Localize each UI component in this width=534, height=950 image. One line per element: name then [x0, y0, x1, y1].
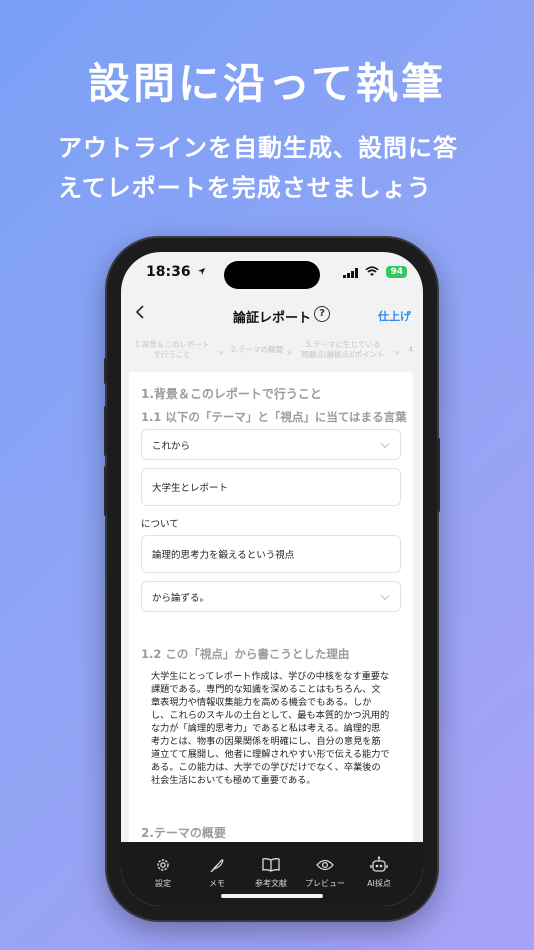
- battery-indicator: 94: [386, 266, 407, 278]
- answer-line: 社会生活においても極めて重要である。: [151, 775, 316, 786]
- answer-line: ある。この能力は、大学での学びだけでなく、卒業後の: [151, 762, 381, 773]
- tab-label: プレビュー: [305, 879, 345, 888]
- answer-line: 章表現力や情報収集能力を高める機会でもある。しか: [151, 697, 372, 708]
- tab-label: 参考文献: [255, 879, 287, 888]
- phone-frame: 18:36 94 論証レポート ? 仕上げ 1.背景＆このレポート で行うこと …: [104, 238, 440, 920]
- status-time-text: 18:36: [146, 264, 191, 280]
- step-progress: 1.背景＆このレポート で行うこと » 2.テーマの概要 » 3.テーマに生じて…: [121, 336, 423, 372]
- step-arrow-icon: »: [287, 348, 292, 357]
- eye-icon: [316, 859, 334, 871]
- select-value: から論ずる。: [152, 592, 210, 604]
- app-screen: 18:36 94 論証レポート ? 仕上げ 1.背景＆このレポート で行うこと …: [121, 252, 423, 906]
- form-card: 1.背景＆このレポートで行うこと 1.1 以下の「テーマ」と「視点」に当てはまる…: [129, 372, 413, 852]
- book-icon: [262, 858, 280, 872]
- step-arrow-icon: »: [219, 348, 224, 357]
- dynamic-island: [224, 261, 320, 289]
- about-label: について: [141, 519, 179, 530]
- step-4[interactable]: 4.: [405, 345, 419, 355]
- step-arrow-icon: »: [395, 348, 400, 357]
- chevron-down-icon: [380, 591, 390, 600]
- volume-down-button: [104, 466, 107, 516]
- tab-preview[interactable]: プレビュー: [297, 856, 353, 889]
- tab-label: 設定: [155, 879, 171, 888]
- gear-icon: [157, 859, 169, 871]
- step-1[interactable]: 1.背景＆このレポート で行うこと: [127, 340, 217, 360]
- tab-label: メモ: [209, 879, 225, 888]
- power-button: [437, 438, 440, 512]
- step-3[interactable]: 3.テーマに生じている 問題点(論拠点)/ポイント: [293, 340, 393, 360]
- tab-settings[interactable]: 設定: [135, 856, 191, 889]
- status-time: 18:36: [146, 264, 206, 280]
- step-2[interactable]: 2.テーマの概要: [227, 345, 287, 355]
- section-title: 2.テーマの概要: [141, 826, 226, 840]
- tab-label: AI採点: [367, 879, 391, 888]
- volume-up-button: [104, 406, 107, 456]
- answer-line: 課題である。専門的な知識を深めることはもちろん、文: [151, 684, 381, 695]
- chevron-down-icon: [380, 439, 390, 448]
- promo-subline: アウトラインを自動生成、設問に答 えてレポートを完成させましょう: [58, 128, 498, 208]
- question-title: 1.1 以下の「テーマ」と「視点」に当てはまる言葉: [141, 410, 407, 424]
- answer-textarea[interactable]: 大学生にとってレポート作成は、学びの中核をなす重要な 課題である。専門的な知識を…: [151, 670, 403, 787]
- section-title: 1.背景＆このレポートで行うこと: [141, 387, 322, 401]
- question-title: 1.2 この「視点」から書こうとした理由: [141, 647, 350, 661]
- select-value: これから: [152, 440, 191, 452]
- answer-line: 道立てて展開し、他者に理解されやすい形で伝える能力で: [151, 749, 390, 760]
- home-indicator[interactable]: [221, 894, 323, 898]
- mute-switch: [104, 358, 107, 384]
- tab-memo[interactable]: メモ: [189, 856, 245, 889]
- input-value: 論理的思考力を鍛えるという視点: [152, 550, 295, 561]
- status-bar: 18:36 94: [121, 252, 423, 294]
- nav-bar: 論証レポート ? 仕上げ: [121, 298, 423, 334]
- wifi-icon: [365, 266, 379, 276]
- promo-subline-1: アウトラインを自動生成、設問に答: [58, 134, 458, 162]
- finish-button[interactable]: 仕上げ: [378, 308, 411, 324]
- robot-icon: [370, 856, 388, 872]
- location-arrow-icon: [198, 267, 206, 276]
- theme-input[interactable]: 大学生とレポート: [141, 468, 401, 506]
- tab-bar: 設定 メモ 参考文献 プレビュー AI採点: [121, 842, 423, 906]
- answer-line: 考力とは、物事の因果関係を明確にし、自分の意見を筋: [151, 736, 381, 747]
- theme-prefix-select[interactable]: これから: [141, 429, 401, 460]
- viewpoint-input[interactable]: 論理的思考力を鍛えるという視点: [141, 535, 401, 573]
- promo-subline-2: えてレポートを完成させましょう: [58, 174, 432, 202]
- feather-icon: [210, 859, 224, 873]
- tab-references[interactable]: 参考文献: [243, 856, 299, 889]
- conclusion-select[interactable]: から論ずる。: [141, 581, 401, 612]
- help-icon[interactable]: ?: [314, 306, 330, 322]
- input-value: 大学生とレポート: [152, 483, 229, 494]
- cellular-signal-icon: [343, 268, 358, 278]
- answer-line: し、これらのスキルの土台として、最も本質的かつ汎用的: [151, 710, 390, 721]
- answer-line: 大学生にとってレポート作成は、学びの中核をなす重要な: [151, 671, 390, 682]
- tab-ai-scoring[interactable]: AI採点: [351, 856, 407, 889]
- answer-line: な力が「論理的思考力」であると私は考える。論理的思: [151, 723, 381, 734]
- promo-headline: 設問に沿って執筆: [88, 59, 446, 108]
